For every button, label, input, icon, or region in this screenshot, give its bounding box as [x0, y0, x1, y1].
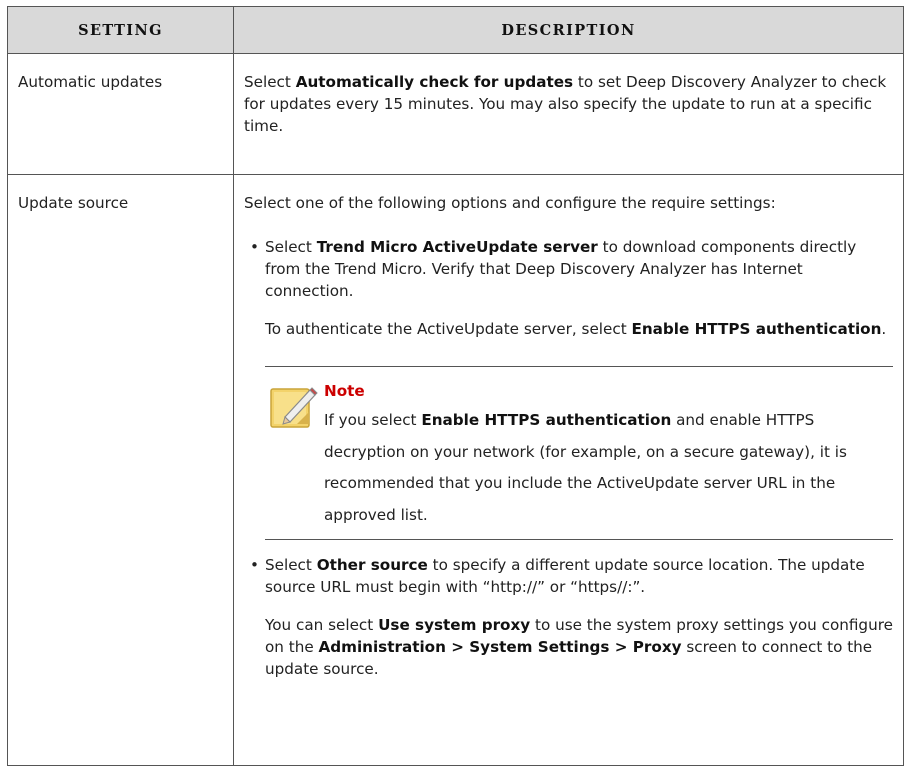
settings-table: Setting Description Automatic updates Se… — [7, 6, 904, 766]
setting-name-automatic-updates: Automatic updates — [7, 53, 234, 175]
bold-run: Use system proxy — [378, 616, 531, 634]
note-pencil-icon — [270, 387, 318, 428]
bold-run: Enable HTTPS authentication — [421, 411, 672, 429]
bullet-marker: • — [250, 556, 259, 574]
bullet-other-source: • Select Other source to specify a diffe… — [244, 554, 893, 598]
text-run: To authenticate the ActiveUpdate server,… — [265, 320, 632, 338]
bold-run: Automatically check for updates — [295, 73, 574, 91]
table-row: Update source Select one of the followin… — [7, 174, 904, 766]
automatic-updates-paragraph: Select Automatically check for updates t… — [244, 71, 893, 137]
bold-run: Other source — [316, 556, 428, 574]
update-source-intro: Select one of the following options and … — [244, 194, 776, 212]
bold-run: Trend Micro ActiveUpdate server — [316, 238, 598, 256]
table-row: Automatic updates Select Automatically c… — [7, 53, 904, 175]
header-setting: Setting — [7, 6, 234, 54]
note-content: Note If you select Enable HTTPS authenti… — [324, 380, 893, 531]
header-description: Description — [233, 6, 904, 54]
system-proxy-paragraph: You can select Use system proxy to use t… — [244, 614, 893, 680]
text-run: . — [881, 320, 887, 338]
note-callout: Note If you select Enable HTTPS authenti… — [265, 366, 893, 540]
https-auth-paragraph: To authenticate the ActiveUpdate server,… — [244, 318, 893, 340]
bold-run: Administration > System Settings > Proxy — [318, 638, 682, 656]
setting-name-update-source: Update source — [7, 174, 234, 766]
bullet-activeupdate-server: • Select Trend Micro ActiveUpdate server… — [244, 236, 893, 302]
table-header-row: Setting Description — [7, 6, 904, 54]
text-run: You can select — [265, 616, 379, 634]
text-run: Select — [265, 238, 317, 256]
text-run: Select — [265, 556, 317, 574]
note-title: Note — [324, 382, 365, 400]
setting-description: Select Automatically check for updates t… — [233, 53, 904, 175]
text-run: Select — [244, 73, 296, 91]
note-text: If you select Enable HTTPS authenticatio… — [324, 405, 893, 531]
text-run: If you select — [324, 411, 422, 429]
bullet-marker: • — [250, 238, 259, 256]
bold-run: Enable HTTPS authentication — [631, 320, 882, 338]
setting-description: Select one of the following options and … — [233, 174, 904, 766]
